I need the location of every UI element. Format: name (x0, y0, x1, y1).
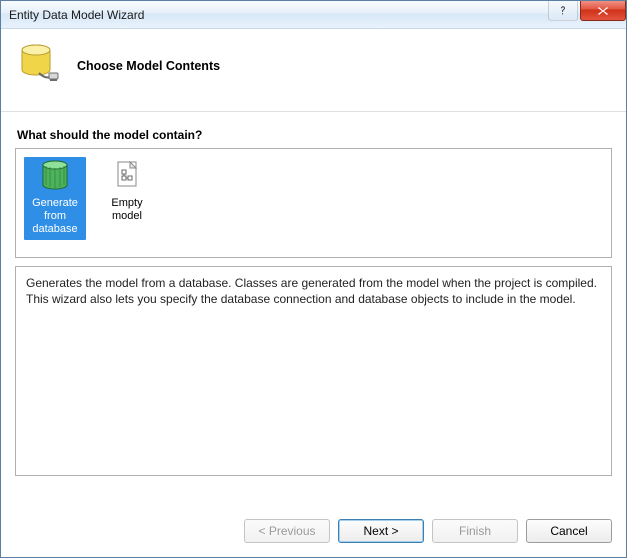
wizard-header: Choose Model Contents (1, 29, 626, 112)
close-button[interactable] (580, 1, 626, 21)
database-cylinder-icon (38, 160, 72, 194)
help-button[interactable] (548, 1, 578, 21)
wizard-body: What should the model contain? (1, 112, 626, 507)
close-icon (597, 6, 609, 16)
window-title: Entity Data Model Wizard (9, 8, 548, 22)
option-label: Empty model (98, 197, 156, 223)
previous-button[interactable]: < Previous (244, 519, 330, 543)
titlebar: Entity Data Model Wizard (1, 1, 626, 29)
wizard-heading: Choose Model Contents (77, 59, 220, 73)
option-empty-model[interactable]: Empty model (96, 157, 158, 227)
option-description: Generates the model from a database. Cla… (15, 266, 612, 476)
database-icon (19, 43, 61, 89)
option-label: Generate from database (26, 197, 84, 236)
cancel-button[interactable]: Cancel (526, 519, 612, 543)
window-controls (548, 1, 626, 28)
help-icon (557, 5, 569, 17)
model-prompt: What should the model contain? (17, 128, 612, 142)
empty-model-icon (110, 160, 144, 194)
model-options: Generate from database Empty model (15, 148, 612, 258)
wizard-dialog: Entity Data Model Wizard (0, 0, 627, 558)
finish-button[interactable]: Finish (432, 519, 518, 543)
next-button[interactable]: Next > (338, 519, 424, 543)
wizard-footer: < Previous Next > Finish Cancel (1, 507, 626, 557)
option-generate-from-database[interactable]: Generate from database (24, 157, 86, 240)
